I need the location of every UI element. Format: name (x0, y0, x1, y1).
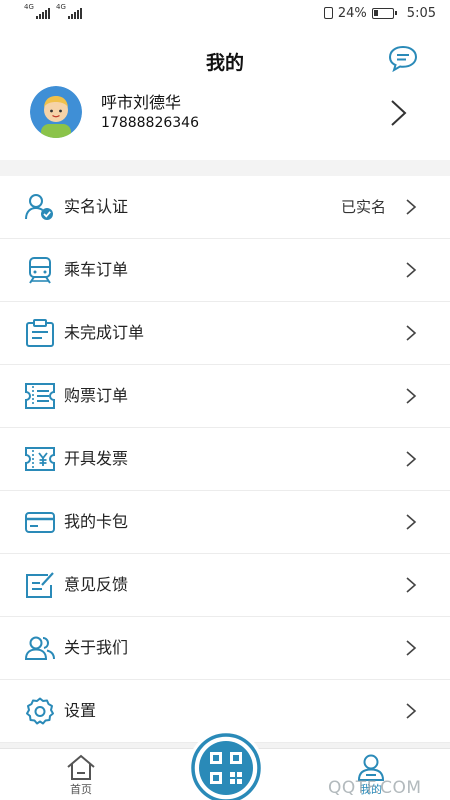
clipboard-icon (24, 318, 56, 348)
vibrate-icon (323, 7, 333, 19)
menu-list: 实名认证 已实名 乘车订单 未完成订单 购票订单 开具发票 我的卡包 意见反馈 … (0, 176, 450, 743)
nav-home[interactable]: 首页 (50, 753, 112, 799)
chevron-right-icon (404, 639, 418, 657)
menu-label-card-wallet: 我的卡包 (64, 512, 129, 531)
qr-code-icon (191, 733, 261, 800)
username: 呼市刘德华 (101, 93, 182, 112)
nav-home-label: 首页 (70, 783, 92, 796)
menu-item-invoice[interactable]: 开具发票 (0, 428, 450, 491)
people-icon (24, 633, 56, 663)
page-title: 我的 (205, 52, 244, 74)
menu-label-ride-orders: 乘车订单 (64, 260, 129, 279)
phone-number: 17888826346 (101, 115, 199, 131)
menu-item-ticket-orders[interactable]: 购票订单 (0, 365, 450, 428)
train-icon (24, 255, 56, 285)
signal-icon: 4G (24, 4, 50, 19)
menu-label-about-us: 关于我们 (64, 638, 129, 657)
chevron-right-icon[interactable] (388, 98, 408, 128)
menu-item-feedback[interactable]: 意见反馈 (0, 554, 450, 617)
status-bar: 4G 4G 24% 5:05 (0, 0, 450, 26)
clock: 5:05 (406, 5, 436, 21)
signal-icon-2: 4G (56, 4, 82, 19)
verified-user-icon (24, 192, 56, 222)
home-icon (67, 754, 95, 780)
gear-icon (24, 696, 56, 726)
menu-item-about-us[interactable]: 关于我们 (0, 617, 450, 680)
menu-label-verification: 实名认证 (64, 197, 129, 216)
menu-label-unfinished-orders: 未完成订单 (64, 323, 145, 342)
chevron-right-icon (404, 324, 418, 342)
menu-label-feedback: 意见反馈 (64, 575, 129, 594)
menu-item-unfinished-orders[interactable]: 未完成订单 (0, 302, 450, 365)
watermark: QQTF.COM (328, 778, 422, 798)
chevron-right-icon (404, 450, 418, 468)
menu-label-settings: 设置 (64, 701, 97, 720)
verification-status: 已实名 (340, 198, 386, 216)
battery-icon (371, 7, 397, 19)
feedback-icon (24, 570, 56, 600)
menu-item-ride-orders[interactable]: 乘车订单 (0, 239, 450, 302)
menu-label-invoice: 开具发票 (64, 449, 129, 468)
invoice-icon (24, 444, 56, 474)
chevron-right-icon (404, 198, 418, 216)
profile-card[interactable]: 我的 呼市刘德华 17888826346 (0, 26, 450, 160)
nav-qr-button[interactable] (188, 730, 264, 800)
ticket-list-icon (24, 381, 56, 411)
menu-label-ticket-orders: 购票订单 (64, 386, 129, 405)
person-icon (357, 754, 385, 781)
avatar[interactable] (30, 86, 82, 138)
chevron-right-icon (404, 387, 418, 405)
battery-percent: 24% (337, 5, 367, 21)
chevron-right-icon (404, 702, 418, 720)
card-icon (24, 507, 56, 537)
message-icon[interactable] (388, 44, 418, 73)
chevron-right-icon (404, 576, 418, 594)
chevron-right-icon (404, 513, 418, 531)
menu-item-card-wallet[interactable]: 我的卡包 (0, 491, 450, 554)
menu-item-verification[interactable]: 实名认证 已实名 (0, 176, 450, 239)
chevron-right-icon (404, 261, 418, 279)
